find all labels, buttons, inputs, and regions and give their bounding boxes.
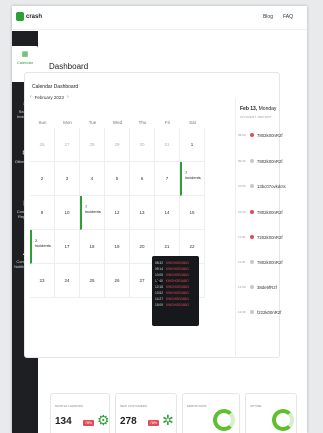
calendar-day[interactable]: 4: [80, 162, 105, 196]
weekday-sun: Sun: [38, 120, 47, 125]
calendar-day[interactable]: 28: [80, 128, 105, 162]
incident-item[interactable]: 12:30 f222k00nR2f: [238, 305, 294, 319]
calendar-day[interactable]: 7: [155, 162, 180, 196]
calendar-day[interactable]: 29: [105, 128, 130, 162]
incident-count: 2 incidents: [35, 238, 51, 248]
weekday-sat: Sat: [189, 120, 196, 125]
calendar-day[interactable]: 1: [180, 128, 205, 162]
calendar-title: Calendar Dashboard: [32, 84, 79, 90]
weekday-fri: Fri: [164, 120, 171, 125]
chevron-right-icon[interactable]: ›: [67, 94, 69, 100]
sidebar-item-label: Calendar: [16, 60, 34, 65]
calendar-day[interactable]: 30: [130, 128, 155, 162]
stat-card-error-rate[interactable]: ERROR RATE: [182, 393, 240, 433]
calendar-day[interactable]: 3: [55, 162, 80, 196]
top-nav: Blog FAQ: [263, 14, 293, 20]
logo-text: crash: [26, 13, 43, 20]
calendar-day-with-incidents[interactable]: 7 incidents: [180, 162, 205, 196]
logo-icon: [16, 12, 24, 21]
calendar-day[interactable]: 24: [55, 264, 80, 298]
calendar-day[interactable]: 5: [105, 162, 130, 196]
calendar-day[interactable]: 9: [30, 196, 55, 230]
gear-illustration-icon: ⚙: [97, 412, 110, 428]
incident-item[interactable]: 10:00 13bc07ovkdcts: [238, 179, 294, 193]
calendar-day[interactable]: 13: [130, 196, 155, 230]
incident-item[interactable]: 11:30 7802k00nR2f: [238, 255, 294, 269]
network-illustration-icon: ✲: [162, 412, 174, 428]
incident-panel: Feb 13, Monday INCIDENT REPORT 09:00 7802…: [235, 98, 295, 358]
calendar-day-with-incidents[interactable]: 7 incidents: [80, 196, 105, 230]
status-dot-icon: [250, 159, 254, 163]
calendar-icon: ▦: [21, 51, 29, 58]
incident-item[interactable]: 09:30 7802k00nR2f: [238, 154, 294, 168]
faq-link[interactable]: FAQ: [283, 14, 293, 20]
status-dot-icon: [250, 285, 254, 289]
stat-card-uptime[interactable]: UPTIME: [245, 393, 297, 433]
incident-item[interactable]: 09:00 7802k00nR2f: [238, 128, 294, 142]
calendar-day[interactable]: 26: [105, 264, 130, 298]
calendar-day[interactable]: 17: [55, 230, 80, 264]
top-bar: crash Blog FAQ: [12, 6, 307, 30]
calendar-day[interactable]: 18: [80, 230, 105, 264]
incident-count: 7 incidents: [185, 170, 201, 180]
weekday-wed: Wed: [112, 120, 123, 125]
calendar-day-with-incidents[interactable]: 2 incidents: [30, 230, 55, 264]
calendar-day[interactable]: 23: [30, 264, 55, 298]
calendar-day[interactable]: 2: [30, 162, 55, 196]
status-dot-icon: [250, 235, 254, 239]
status-dot-icon: [250, 210, 254, 214]
calendar-day[interactable]: 27: [55, 128, 80, 162]
tooltip-row: 15:09 KWGHGE0ABO: [155, 303, 190, 307]
incident-panel-subtitle: INCIDENT REPORT: [240, 115, 272, 119]
incident-count: 7 incidents: [85, 204, 101, 214]
status-dot-icon: [250, 310, 254, 314]
stat-card-monthly-errors[interactable]: MONTHLY ERRORS 134 78% ⚙: [50, 393, 110, 433]
status-dot-icon: [250, 260, 254, 264]
calendar-day[interactable]: 14: [155, 196, 180, 230]
status-dot-icon: [250, 184, 254, 188]
incident-item[interactable]: 11:00 7202k00nR2f: [238, 230, 294, 244]
incident-item[interactable]: 10:30 7802k00nR2f: [238, 205, 294, 219]
month-label: February 2023: [34, 94, 64, 100]
incident-tooltip: 08:32 KWGHGE0ABO 09:14 KWGHGE0ABO 10:05 KWG…: [152, 256, 199, 326]
page-title: Dashboard: [49, 62, 89, 71]
calendar-day[interactable]: 26: [30, 128, 55, 162]
weekday-thu: Thu: [138, 120, 147, 125]
calendar-day[interactable]: 19: [105, 230, 130, 264]
app-window: crash Blog FAQ ▦ Calendar ⌕ Search Incid…: [12, 6, 307, 433]
weekday-tue: Tue: [88, 120, 97, 125]
calendar-day[interactable]: 15: [180, 196, 205, 230]
chevron-left-icon[interactable]: ‹: [30, 94, 32, 100]
calendar-day[interactable]: 25: [80, 264, 105, 298]
stat-card-new-customers[interactable]: NEW CUSTOMERS 278 78% ✲: [115, 393, 177, 433]
calendar-day[interactable]: 12: [105, 196, 130, 230]
blog-link[interactable]: Blog: [263, 14, 273, 20]
calendar-day[interactable]: 6: [130, 162, 155, 196]
incident-panel-date: Feb 13, Monday: [240, 106, 277, 112]
donut-chart-icon: [213, 409, 235, 431]
calendar-day[interactable]: 10: [55, 196, 80, 230]
weekday-mon: Mon: [63, 120, 72, 125]
calendar-day[interactable]: 31: [155, 128, 180, 162]
logo[interactable]: crash: [16, 12, 42, 21]
status-dot-icon: [250, 133, 254, 137]
incident-item[interactable]: 12:00 38de9fR2f: [238, 280, 294, 294]
donut-chart-icon: [272, 409, 294, 431]
month-navigator: ‹ February 2023 ›: [30, 94, 69, 100]
